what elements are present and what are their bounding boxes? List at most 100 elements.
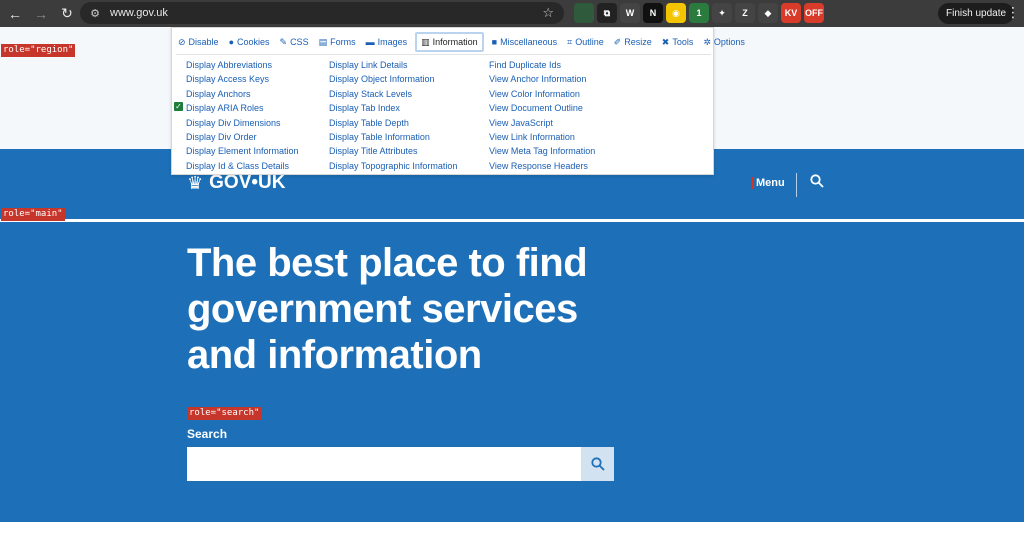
tab-miscellaneous[interactable]: ■ Miscellaneous <box>490 32 559 52</box>
hero-section: The best place to find government servic… <box>0 222 1024 522</box>
header-divider <box>796 173 797 197</box>
resize-icon: ✐ <box>613 36 622 47</box>
tab-tools[interactable]: ✖ Tools <box>660 32 696 52</box>
crown-icon: ♛ <box>187 172 204 193</box>
menu-item[interactable]: Display Access Keys <box>186 72 299 86</box>
tab-options[interactable]: ✲ Options <box>701 32 747 52</box>
tab-disable[interactable]: ⊘ Disable <box>176 32 221 52</box>
site-info-icon[interactable]: ⚙ <box>86 4 104 22</box>
info-column-3: Find Duplicate Ids View Anchor Informatio… <box>489 58 595 173</box>
menu-item[interactable]: View Meta Tag Information <box>489 144 595 158</box>
menu-item[interactable]: Display Table Depth <box>329 116 457 130</box>
cookies-icon: ● <box>228 37 234 47</box>
information-icon: ▥ <box>421 36 430 47</box>
address-bar[interactable]: ⚙ www.gov.uk ☆ <box>80 2 564 24</box>
web-developer-toolbar: ⊘ Disable ● Cookies ✎ CSS ▤ Forms ▬ Images ▥ Inform… <box>171 27 745 175</box>
menu-item[interactable]: Display Tab Index <box>329 101 457 115</box>
tab-label: Forms <box>330 37 356 47</box>
page-title: The best place to find government servic… <box>187 241 588 377</box>
tab-label: Miscellaneous <box>500 37 558 47</box>
menu-item[interactable]: Display Div Order <box>186 130 299 144</box>
tab-css[interactable]: ✎ CSS <box>278 32 311 52</box>
menu-item[interactable]: View Link Information <box>489 130 595 144</box>
finish-update-button[interactable]: Finish update <box>938 3 1015 24</box>
menu-item[interactable]: Display Id & Class Details <box>186 159 299 173</box>
tab-resize[interactable]: ✐ Resize <box>612 32 654 52</box>
extension-icon[interactable]: ⧉ <box>597 3 617 23</box>
tab-label: Cookies <box>237 37 270 47</box>
menu-item[interactable]: Display Anchors <box>186 87 299 101</box>
tab-label: Tools <box>672 37 694 47</box>
menu-item[interactable]: Display Div Dimensions <box>186 116 299 130</box>
info-column-1: Display Abbreviations Display Access Keys… <box>186 58 299 173</box>
back-icon[interactable]: ← <box>4 3 26 25</box>
tab-label: Information <box>432 37 478 47</box>
search-input[interactable] <box>187 447 581 481</box>
forward-icon[interactable]: → <box>30 3 52 25</box>
extensions-bar: ⧉ W N ◉ 1 ✦ Z ◆ KV OFF <box>574 3 824 23</box>
role-main-badge: role="main" <box>1 208 65 221</box>
info-column-2: Display Link Details Display Object Infor… <box>329 58 457 173</box>
govuk-logo[interactable]: ♛ GOV•UK <box>187 172 285 194</box>
tab-label: Resize <box>624 37 652 47</box>
extension-icon[interactable]: OFF <box>804 3 824 23</box>
extension-icon[interactable]: 1 <box>689 3 709 23</box>
options-icon: ✲ <box>703 36 711 47</box>
menu-item[interactable]: Display Title Attributes <box>329 144 457 158</box>
menu-item[interactable]: Display Stack Levels <box>329 87 457 101</box>
extension-icon[interactable] <box>574 3 594 23</box>
tab-label: Images <box>377 37 408 47</box>
extension-icon[interactable]: ✦ <box>712 3 732 23</box>
menu-item[interactable]: Display Object Information <box>329 72 457 86</box>
tab-forms[interactable]: ▤ Forms <box>317 32 358 52</box>
miscellaneous-icon: ■ <box>491 37 498 47</box>
tab-images[interactable]: ▬ Images <box>364 32 410 52</box>
logo-text: GOV•UK <box>209 172 286 193</box>
menu-item[interactable]: View JavaScript <box>489 116 595 130</box>
menu-item[interactable]: Display Element Information <box>186 144 299 158</box>
disable-icon: ⊘ <box>178 36 186 47</box>
toolbar-divider <box>176 54 711 55</box>
tab-outline[interactable]: ⌗ Outline <box>565 32 606 52</box>
menu-button[interactable]: Menu <box>752 177 785 189</box>
extension-icon[interactable]: ◆ <box>758 3 778 23</box>
reload-icon[interactable]: ↻ <box>56 3 78 25</box>
outline-icon: ⌗ <box>567 36 573 47</box>
extension-icon[interactable]: W <box>620 3 640 23</box>
checkmark-icon: ✓ <box>174 102 183 111</box>
forms-icon: ▤ <box>318 36 328 47</box>
menu-item[interactable]: View Color Information <box>489 87 595 101</box>
menu-item[interactable]: Display ARIA Roles <box>186 101 299 115</box>
css-icon: ✎ <box>279 36 288 47</box>
menu-item[interactable]: Display Abbreviations <box>186 58 299 72</box>
tab-label: Disable <box>188 37 219 47</box>
tab-information[interactable]: ▥ Information <box>415 32 484 52</box>
browser-menu-icon[interactable]: ⋮ <box>1006 4 1020 21</box>
bookmark-star-icon[interactable]: ☆ <box>542 5 554 21</box>
tools-icon: ✖ <box>661 36 670 47</box>
search-label: Search <box>187 427 228 441</box>
menu-item[interactable]: Find Duplicate Ids <box>489 58 595 72</box>
images-icon: ▬ <box>365 37 375 47</box>
header-search-icon[interactable] <box>810 174 824 191</box>
extension-icon[interactable]: ◉ <box>666 3 686 23</box>
tab-label: Outline <box>575 37 604 47</box>
role-search-badge: role="search" <box>187 407 262 420</box>
tab-cookies[interactable]: ● Cookies <box>227 32 272 52</box>
search-icon <box>590 457 605 471</box>
menu-item[interactable]: Display Topographic Information <box>329 159 457 173</box>
search-submit-button[interactable] <box>581 447 614 481</box>
tab-label: Options <box>713 37 745 47</box>
toolbar-tabs: ⊘ Disable ● Cookies ✎ CSS ▤ Forms ▬ Images ▥ Inform… <box>176 31 747 53</box>
menu-item[interactable]: View Document Outline <box>489 101 595 115</box>
extension-icon[interactable]: KV <box>781 3 801 23</box>
extension-icon[interactable]: Z <box>735 3 755 23</box>
menu-item[interactable]: Display Table Information <box>329 130 457 144</box>
menu-item[interactable]: View Response Headers <box>489 159 595 173</box>
menu-item[interactable]: Display Link Details <box>329 58 457 72</box>
extension-icon[interactable]: N <box>643 3 663 23</box>
page-bottom <box>0 522 1024 540</box>
search-form <box>187 447 614 481</box>
menu-item[interactable]: View Anchor Information <box>489 72 595 86</box>
tab-label: CSS <box>290 37 309 47</box>
